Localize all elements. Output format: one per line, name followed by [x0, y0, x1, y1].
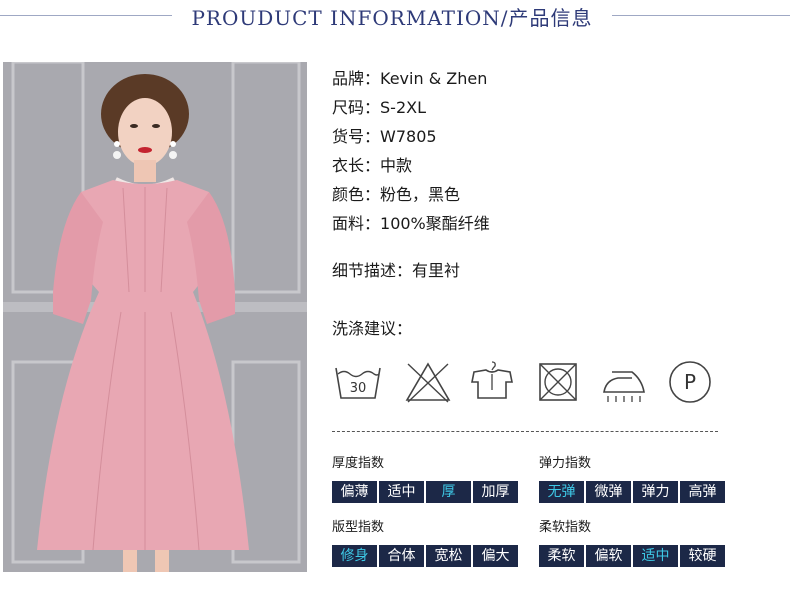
dryclean-letter: P	[684, 370, 696, 394]
hang-dry-icon	[471, 361, 513, 399]
info-label: 面料：	[332, 214, 381, 233]
info-label: 货号：	[332, 127, 381, 146]
info-value: Kevin & Zhen	[380, 69, 488, 88]
wash-title: 洗涤建议：	[332, 319, 413, 338]
wash-icons-row: 30 P	[332, 358, 722, 408]
info-row-item-no: 货号：W7805	[332, 122, 490, 151]
softness-scale: 柔软 偏软 适中 较硬	[539, 545, 725, 567]
detail-label: 细节描述：	[332, 261, 413, 280]
thickness-option-selected: 厚	[426, 481, 471, 503]
info-row-brand: 品牌：Kevin & Zhen	[332, 64, 490, 93]
elasticity-option: 微弹	[586, 481, 631, 503]
thickness-option: 适中	[379, 481, 424, 503]
info-value: W7805	[380, 127, 437, 146]
metric-fit: 版型指数 修身 合体 宽松 偏大	[332, 519, 518, 567]
softness-option: 偏软	[586, 545, 631, 567]
iron-icon	[603, 371, 645, 402]
softness-option: 较硬	[680, 545, 725, 567]
info-value: 粉色，黑色	[380, 185, 461, 204]
fit-scale: 修身 合体 宽松 偏大	[332, 545, 518, 567]
thickness-option: 偏薄	[332, 481, 377, 503]
softness-option-selected: 适中	[633, 545, 678, 567]
metric-label: 柔软指数	[539, 520, 592, 535]
metric-elasticity: 弹力指数 无弹 微弹 弹力 高弹	[539, 455, 725, 503]
no-bleach-icon	[405, 362, 451, 403]
thickness-scale: 偏薄 适中 厚 加厚	[332, 481, 518, 503]
info-label: 品牌：	[332, 69, 381, 88]
header-divider-right	[612, 15, 790, 16]
wash-30-icon: 30	[335, 367, 381, 399]
page-title: PROUDUCT INFORMATION/产品信息	[191, 6, 593, 30]
product-info-list: 品牌：Kevin & Zhen 尺码：S-2XL 货号：W7805 衣长：中款 …	[332, 64, 490, 238]
metric-label: 版型指数	[332, 520, 385, 535]
fit-option: 偏大	[473, 545, 518, 567]
elasticity-option: 弹力	[633, 481, 678, 503]
header-divider-left	[0, 15, 172, 16]
metric-thickness: 厚度指数 偏薄 适中 厚 加厚	[332, 455, 518, 503]
elasticity-option-selected: 无弹	[539, 481, 584, 503]
metric-label: 弹力指数	[539, 456, 592, 471]
wash-temperature: 30	[350, 381, 367, 396]
info-row-size: 尺码：S-2XL	[332, 93, 490, 122]
info-row-length: 衣长：中款	[332, 151, 490, 180]
info-row-color: 颜色：粉色，黑色	[332, 180, 490, 209]
metric-label: 厚度指数	[332, 456, 385, 471]
info-row-fabric: 面料：100%聚酯纤维	[332, 209, 490, 238]
section-divider	[332, 431, 718, 432]
info-label: 衣长：	[332, 156, 381, 175]
elasticity-scale: 无弹 微弹 弹力 高弹	[539, 481, 725, 503]
fit-option: 宽松	[426, 545, 471, 567]
info-label: 尺码：	[332, 98, 381, 117]
detail-description: 细节描述：有里衬	[332, 260, 460, 282]
dry-clean-p-icon: P	[669, 361, 711, 403]
thickness-option: 加厚	[473, 481, 518, 503]
softness-option: 柔软	[539, 545, 584, 567]
elasticity-option: 高弹	[680, 481, 725, 503]
fit-option-selected: 修身	[332, 545, 377, 567]
info-label: 颜色：	[332, 185, 381, 204]
no-tumble-dry-icon	[539, 363, 577, 401]
fit-option: 合体	[379, 545, 424, 567]
metric-softness: 柔软指数 柔软 偏软 适中 较硬	[539, 519, 725, 567]
info-value: 中款	[380, 156, 413, 175]
product-photo	[3, 62, 307, 572]
detail-value: 有里衬	[412, 261, 461, 280]
info-value: S-2XL	[380, 98, 426, 117]
info-value: 100%聚酯纤维	[380, 214, 490, 233]
header-bar: PROUDUCT INFORMATION/产品信息	[0, 0, 790, 32]
